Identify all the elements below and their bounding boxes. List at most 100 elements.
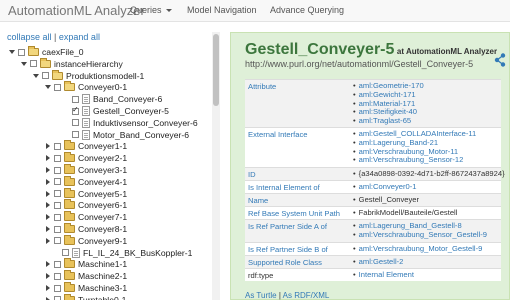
caret-right-icon[interactable] [44,189,52,199]
property-value-link[interactable]: aml:Lagerung_Band_Gestell-8 [359,221,462,230]
tree-scrollbar-thumb[interactable] [213,34,219,106]
tree-node-checkbox[interactable] [54,142,61,150]
tree-node-checkbox[interactable] [54,201,61,209]
tree-node-checkbox[interactable] [54,272,61,280]
property-value-link[interactable]: Internal Element [359,270,414,279]
tree-node-label[interactable]: Conveyer6-1 [78,200,127,210]
caret-right-icon[interactable] [44,236,52,246]
tree-node-label[interactable]: Conveyer0-1 [78,82,127,92]
tree-node-label[interactable]: FL_IL_24_BK_BusKoppler-1 [83,248,192,258]
tree-node-checkbox[interactable] [54,213,61,221]
property-key-label[interactable]: External Interface [248,130,308,139]
tree-node-checkbox[interactable] [30,60,37,68]
tree-node-checkbox[interactable] [54,284,61,292]
property-value-link[interactable]: aml:Geometrie-170 [359,81,424,90]
tree-node[interactable]: Motor_Band_Conveyer-6 [62,129,189,141]
property-value-link[interactable]: aml:Traglast-65 [359,116,411,125]
caret-right-icon[interactable] [44,212,52,222]
caret-right-icon[interactable] [44,259,52,269]
tree-node-label[interactable]: Conveyer1-1 [78,141,127,151]
tree-node-checkbox[interactable] [54,237,61,245]
tree-node-label[interactable]: Conveyer8-1 [78,224,127,234]
tree-node[interactable]: Produktionsmodell-1 [32,69,144,82]
tree-node-checkbox[interactable] [54,166,61,174]
tree-node[interactable]: Turntable0-1 [44,293,126,300]
tree-node[interactable]: Conveyer4-1 [44,175,127,188]
caret-right-icon[interactable] [44,153,52,163]
tree-node[interactable]: Conveyer2-1 [44,152,127,164]
as-rdfxml-link[interactable]: As RDF/XML [283,291,330,300]
property-key-label[interactable]: Ref Base System Unit Path [248,209,340,218]
caret-down-icon[interactable] [8,47,16,57]
caret-right-icon[interactable] [44,224,52,234]
tree-node-checkbox[interactable] [62,249,69,257]
expand-all-link[interactable]: expand all [59,32,100,42]
property-key-label[interactable]: ID [248,170,256,179]
tree-node-label[interactable]: Induktivsensor_Conveyer-6 [93,118,198,128]
caret-right-icon[interactable] [44,283,52,293]
tree-node[interactable]: caexFile_0 [8,46,84,58]
tree-node-label[interactable]: Conveyer5-1 [78,189,127,199]
tree-node-checkbox[interactable] [54,83,61,91]
nav-advance-querying[interactable]: Advance Querying [270,5,344,15]
tree-node-checkbox[interactable] [54,260,61,268]
property-key[interactable]: Is Ref Partner Side B of [248,245,328,254]
property-key-label[interactable]: Is Ref Partner Side B of [248,245,328,254]
share-icon[interactable] [494,53,506,67]
property-key[interactable]: Supported Role Class [248,258,322,267]
tree-node-checkbox[interactable] [72,119,79,127]
property-key[interactable]: Attribute [248,82,276,91]
property-key[interactable]: External Interface [248,130,308,139]
caret-right-icon[interactable] [44,141,52,151]
property-value-link[interactable]: aml:Lagerung_Band-21 [359,138,438,147]
caret-down-icon[interactable] [32,71,40,81]
property-value-link[interactable]: aml:Material-171 [359,99,416,108]
property-key-label[interactable]: Is Ref Partner Side A of [248,222,327,231]
as-turtle-link[interactable]: As Turtle [245,291,277,300]
property-value-link[interactable]: aml:Steifigkeit-40 [359,107,417,116]
caret-right-icon[interactable] [44,295,52,300]
property-key-label[interactable]: Attribute [248,82,276,91]
tree-node-label[interactable]: Maschine3-1 [78,283,127,293]
property-key-label[interactable]: Supported Role Class [248,258,322,267]
tree-node-checkbox[interactable] [54,154,61,162]
tree-node[interactable]: Gestell_Conveyer-5 [62,105,169,117]
tree-node-label[interactable]: Conveyer7-1 [78,212,127,222]
tree-node[interactable]: Maschine2-1 [44,270,127,282]
property-value-link[interactable]: aml:Conveyer0-1 [359,182,417,191]
tree-node-label[interactable]: Maschine1-1 [78,259,127,269]
tree-node[interactable]: Conveyer8-1 [44,223,127,235]
property-value-link[interactable]: aml:Verschraubung_Motor_Gestell-9 [359,244,483,253]
tree-node[interactable]: Conveyer1-1 [44,140,127,152]
property-value-link[interactable]: aml:Verschraubung_Sensor-12 [359,155,464,164]
property-key[interactable]: Is Internal Element of [248,183,320,192]
tree-node-label[interactable]: caexFile_0 [42,47,84,57]
caret-down-icon[interactable] [20,59,28,69]
tree-node[interactable]: Conveyer6-1 [44,199,127,211]
tree-node-label[interactable]: Conveyer3-1 [78,165,127,175]
tree-node[interactable]: instanceHierarchy [20,57,123,70]
tree-node-checkbox[interactable] [72,131,79,139]
property-key[interactable]: rdf:type [248,271,273,280]
tree-node-label[interactable]: Band_Conveyer-6 [93,94,162,104]
tree-node-label[interactable]: Maschine2-1 [78,271,127,281]
tree-node-checkbox[interactable] [42,72,49,80]
tree-node-label[interactable]: Motor_Band_Conveyer-6 [93,130,189,140]
nav-queries[interactable]: Queries [130,5,172,15]
property-value-link[interactable]: aml:Gestell_COLLADAInterface-11 [359,129,477,138]
tree-node-label[interactable]: Conveyer2-1 [78,153,127,163]
caret-down-icon[interactable] [44,82,52,92]
tree-node[interactable]: Maschine3-1 [44,282,127,294]
tree-node[interactable]: Conveyer7-1 [44,211,127,223]
caret-right-icon[interactable] [44,165,52,175]
tree-node[interactable]: Conveyer0-1 [44,81,127,93]
property-key[interactable]: Ref Base System Unit Path [248,209,340,218]
tree-node-checkbox[interactable] [54,225,61,233]
tree-node-checkbox[interactable] [72,95,79,103]
tree-node-checkbox[interactable] [54,178,61,186]
tree-node-label[interactable]: Gestell_Conveyer-5 [93,106,169,116]
tree-node[interactable]: Conveyer5-1 [44,187,127,200]
property-key[interactable]: ID [248,170,256,179]
tree-node[interactable]: FL_IL_24_BK_BusKoppler-1 [52,247,192,259]
property-value-link[interactable]: aml:Gestell-2 [359,257,404,266]
